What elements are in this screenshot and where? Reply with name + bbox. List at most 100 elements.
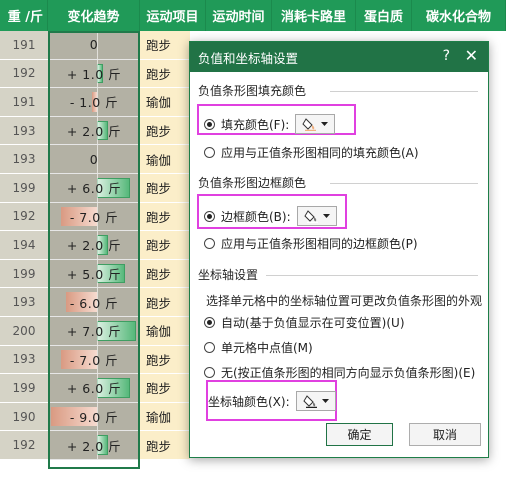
- divider: [330, 183, 478, 184]
- activity-cell[interactable]: 瑜伽: [140, 88, 190, 117]
- weight-cell[interactable]: 193: [0, 116, 48, 146]
- trend-cell[interactable]: + 6.0 斤: [48, 174, 140, 203]
- trend-value: + 2.0 斤: [66, 438, 122, 454]
- trend-cell[interactable]: + 2.0 斤: [48, 431, 140, 460]
- header-weight[interactable]: 重 /斤: [0, 0, 48, 31]
- header-trend[interactable]: 变化趋势: [48, 0, 140, 31]
- weight-cell[interactable]: 191: [0, 31, 48, 60]
- header-protein[interactable]: 蛋白质: [356, 0, 412, 31]
- activity-cell[interactable]: 跑步: [140, 431, 190, 460]
- weight-cell[interactable]: 199: [0, 374, 48, 403]
- activity-cell[interactable]: 跑步: [140, 174, 190, 203]
- radio-unselected-icon[interactable]: [204, 238, 215, 249]
- weight-cell[interactable]: 192: [0, 431, 48, 460]
- weight-cell[interactable]: 191: [0, 88, 48, 117]
- trend-cell[interactable]: - 7.0 斤: [48, 345, 140, 375]
- paint-bucket-icon: [302, 118, 317, 131]
- border-color-label: 边框颜色(B):: [221, 209, 291, 224]
- border-color-picker-button[interactable]: [296, 206, 337, 226]
- trend-cell[interactable]: + 5.0 斤: [48, 259, 140, 289]
- radio-selected-icon[interactable]: [204, 210, 215, 222]
- radio-selected-icon[interactable]: [204, 118, 215, 130]
- fill-section-title: 负值条形图填充颜色: [198, 84, 307, 98]
- axis-none-option[interactable]: 无(按正值条形图的相同方向显示负值条形图)(E): [204, 364, 475, 381]
- activity-cell[interactable]: 跑步: [140, 345, 190, 375]
- trend-value: - 7.0 斤: [69, 209, 119, 225]
- header-activity[interactable]: 运动项目: [140, 0, 206, 31]
- trend-value: + 6.0 斤: [66, 381, 122, 397]
- trend-value: 0: [89, 151, 99, 167]
- axis-description: 选择单元格中的坐标轴位置可更改负值条形图的外观: [206, 294, 483, 308]
- activity-cell[interactable]: 跑步: [140, 231, 190, 260]
- weight-cell[interactable]: 192: [0, 59, 48, 89]
- radio-unselected-icon[interactable]: [204, 367, 215, 378]
- fill-same-label: 应用与正值条形图相同的填充颜色(A): [221, 146, 419, 160]
- trend-value: - 1.0 斤: [69, 95, 119, 111]
- help-icon[interactable]: ?: [443, 48, 450, 64]
- header-carbs[interactable]: 碳水化合物: [412, 0, 506, 31]
- trend-cell[interactable]: 0: [48, 145, 140, 174]
- activity-cell[interactable]: 跑步: [140, 288, 190, 317]
- activity-cell[interactable]: 跑步: [140, 259, 190, 289]
- weight-cell[interactable]: 190: [0, 402, 48, 432]
- trend-cell[interactable]: - 1.0 斤: [48, 88, 140, 117]
- weight-cell[interactable]: 192: [0, 202, 48, 232]
- dialog-title: 负值和坐标轴设置: [198, 50, 299, 66]
- trend-value: + 5.0 斤: [66, 267, 122, 283]
- trend-cell[interactable]: + 2.0 斤: [48, 231, 140, 260]
- dropdown-arrow-icon: [321, 398, 329, 403]
- axis-color-picker-button[interactable]: [295, 391, 336, 411]
- fill-color-label: 填充颜色(F):: [221, 117, 290, 132]
- header-duration[interactable]: 运动时间: [206, 0, 272, 31]
- dialog-title-bar: 负值和坐标轴设置 ? ✕: [190, 42, 488, 72]
- ok-button[interactable]: 确定: [326, 423, 393, 446]
- trend-cell[interactable]: - 6.0 斤: [48, 288, 140, 317]
- header-calories[interactable]: 消耗卡路里: [272, 0, 356, 31]
- weight-cell[interactable]: 199: [0, 259, 48, 289]
- trend-cell[interactable]: + 2.0 斤: [48, 116, 140, 146]
- fill-color-picker-button[interactable]: [295, 114, 336, 134]
- activity-cell[interactable]: 跑步: [140, 31, 190, 60]
- fill-same-option[interactable]: 应用与正值条形图相同的填充颜色(A): [204, 144, 419, 161]
- weight-cell[interactable]: 193: [0, 345, 48, 375]
- axis-auto-option[interactable]: 自动(基于负值显示在可变位置)(U): [204, 314, 405, 331]
- trend-cell[interactable]: 0: [48, 31, 140, 60]
- axis-auto-label: 自动(基于负值显示在可变位置)(U): [221, 316, 405, 330]
- weight-cell[interactable]: 199: [0, 174, 48, 203]
- trend-cell[interactable]: - 9.0 斤: [48, 402, 140, 432]
- activity-cell[interactable]: 瑜伽: [140, 402, 190, 432]
- negative-axis-dialog: 负值和坐标轴设置 ? ✕ 负值条形图填充颜色 填充颜色(F): 应用与正值条形图…: [189, 41, 489, 458]
- activity-cell[interactable]: 瑜伽: [140, 145, 190, 174]
- border-same-option[interactable]: 应用与正值条形图相同的边框颜色(P): [204, 235, 418, 252]
- radio-unselected-icon[interactable]: [204, 147, 215, 158]
- weight-cell[interactable]: 200: [0, 317, 48, 346]
- weight-cell[interactable]: 193: [0, 288, 48, 317]
- paint-bucket-icon: [303, 395, 317, 408]
- trend-value: - 7.0 斤: [69, 352, 119, 368]
- activity-cell[interactable]: 跑步: [140, 374, 190, 403]
- activity-cell[interactable]: 跑步: [140, 116, 190, 146]
- trend-cell[interactable]: + 1.0 斤: [48, 59, 140, 89]
- border-color-option[interactable]: 边框颜色(B):: [204, 206, 337, 226]
- dropdown-arrow-icon: [322, 213, 330, 218]
- close-icon[interactable]: ✕: [465, 46, 478, 65]
- trend-cell[interactable]: + 6.0 斤: [48, 374, 140, 403]
- axis-section-title: 坐标轴设置: [198, 268, 259, 282]
- weight-cell[interactable]: 194: [0, 231, 48, 260]
- trend-value: + 2.0 斤: [66, 124, 122, 140]
- trend-cell[interactable]: - 7.0 斤: [48, 202, 140, 232]
- activity-cell[interactable]: 跑步: [140, 59, 190, 89]
- activity-cell[interactable]: 跑步: [140, 202, 190, 232]
- trend-cell[interactable]: + 7.0 斤: [48, 317, 140, 346]
- paint-bucket-icon: [304, 210, 318, 223]
- axis-none-label: 无(按正值条形图的相同方向显示负值条形图)(E): [221, 366, 476, 380]
- dropdown-arrow-icon: [321, 121, 329, 126]
- fill-color-option[interactable]: 填充颜色(F):: [204, 114, 336, 134]
- radio-unselected-icon[interactable]: [204, 342, 215, 353]
- weight-cell[interactable]: 193: [0, 145, 48, 174]
- axis-midpoint-option[interactable]: 单元格中点值(M): [204, 339, 313, 356]
- radio-selected-icon[interactable]: [204, 317, 215, 328]
- cancel-button[interactable]: 取消: [409, 423, 481, 446]
- activity-cell[interactable]: 瑜伽: [140, 317, 190, 346]
- divider: [330, 91, 478, 92]
